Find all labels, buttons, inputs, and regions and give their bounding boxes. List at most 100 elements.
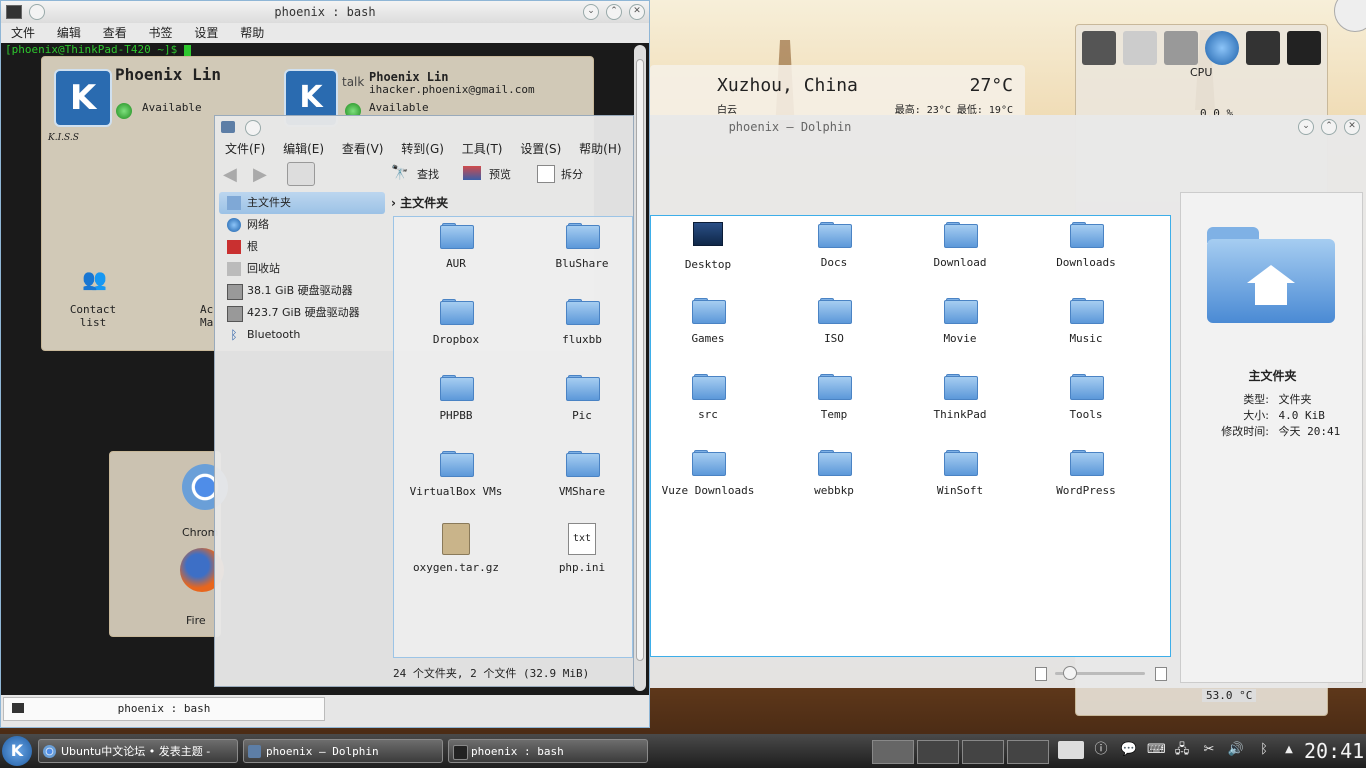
menu-view[interactable]: 查看 bbox=[103, 26, 127, 40]
folder-item[interactable]: webbkp bbox=[774, 450, 894, 497]
folder-item[interactable]: Movie bbox=[900, 298, 1020, 345]
dmenu-help[interactable]: 帮助(H) bbox=[579, 142, 621, 156]
dmenu-go[interactable]: 转到(G) bbox=[401, 142, 444, 156]
file-view[interactable]: Desktop Docs Download Downloads Games IS… bbox=[650, 215, 1171, 657]
task-dolphin[interactable]: phoenix – Dolphin bbox=[243, 739, 443, 763]
menu-file[interactable]: 文件 bbox=[11, 26, 35, 40]
dolphin-small-menu-button[interactable] bbox=[245, 120, 261, 136]
scissors-icon[interactable]: ✂ bbox=[1200, 741, 1218, 759]
folder-item[interactable]: ThinkPad bbox=[900, 374, 1020, 421]
dolphin-titlebar[interactable]: phoenix – Dolphin ⌄ ⌃ ✕ bbox=[650, 115, 1366, 139]
zoom-handle[interactable] bbox=[1063, 666, 1077, 680]
folder-item[interactable]: WordPress bbox=[1026, 450, 1146, 497]
folder-item[interactable]: Temp bbox=[774, 374, 894, 421]
terminal-monitor-icon[interactable] bbox=[1246, 31, 1280, 65]
place-home[interactable]: 主文件夹 bbox=[219, 192, 385, 214]
folder-item[interactable]: VirtualBox VMs bbox=[396, 451, 516, 498]
desktop-4[interactable] bbox=[1007, 740, 1049, 764]
folder-item[interactable]: Music bbox=[1026, 298, 1146, 345]
folder-item[interactable]: Desktop bbox=[651, 222, 768, 271]
find-button[interactable]: 查找 bbox=[417, 166, 439, 182]
close-icon[interactable]: ✕ bbox=[629, 4, 645, 20]
file-item[interactable]: oxygen.tar.gz bbox=[396, 523, 516, 574]
column-view-button[interactable] bbox=[351, 162, 377, 184]
volume-icon[interactable]: 🔊 bbox=[1227, 741, 1245, 759]
folder-item[interactable]: Tools bbox=[1026, 374, 1146, 421]
file-view-small[interactable]: AUR BluShare Dropbox fluxbb PHPBB Pic Vi… bbox=[393, 216, 633, 658]
folder-item[interactable]: Docs bbox=[774, 222, 894, 269]
place-bluetooth[interactable]: ᛒ Bluetooth bbox=[219, 324, 385, 346]
place-trash[interactable]: 回收站 bbox=[219, 258, 385, 280]
breadcrumb-home[interactable]: 主文件夹 bbox=[400, 196, 448, 210]
folder-item[interactable]: Dropbox bbox=[396, 299, 516, 346]
maximize-icon[interactable]: ⌃ bbox=[1321, 119, 1337, 135]
dolphin-small-window[interactable]: 文件(F) 编辑(E) 查看(V) 转到(G) 工具(T) 设置(S) 帮助(H… bbox=[214, 115, 634, 687]
menu-edit[interactable]: 编辑 bbox=[57, 26, 81, 40]
contact-list-icon[interactable]: 👥 bbox=[82, 267, 107, 291]
tray-expand-icon[interactable]: ▲ bbox=[1280, 741, 1298, 759]
battery-monitor-icon[interactable] bbox=[1082, 31, 1116, 65]
menu-bookmarks[interactable]: 书签 bbox=[149, 26, 173, 40]
desktop-1[interactable] bbox=[872, 740, 914, 764]
place-disk-1[interactable]: 38.1 GiB 硬盘驱动器 bbox=[219, 280, 385, 302]
folder-item[interactable]: Vuze Downloads bbox=[651, 450, 768, 497]
preview-button[interactable]: 预览 bbox=[489, 166, 511, 182]
place-root[interactable]: 根 bbox=[219, 236, 385, 258]
bluetooth-icon[interactable]: ᛒ bbox=[1255, 741, 1273, 759]
task-browser[interactable]: Ubuntu中文论坛 • 发表主题 - bbox=[38, 739, 238, 763]
minimize-icon[interactable]: ⌄ bbox=[583, 4, 599, 20]
zoom-out-icon[interactable] bbox=[1035, 667, 1047, 681]
split-icon[interactable] bbox=[537, 165, 555, 183]
split-button[interactable]: 拆分 bbox=[561, 166, 583, 182]
minimize-icon[interactable]: ⌄ bbox=[1298, 119, 1314, 135]
file-item[interactable]: txt php.ini bbox=[522, 523, 632, 574]
dmenu-view[interactable]: 查看(V) bbox=[342, 142, 384, 156]
terminal-tab[interactable]: phoenix : bash bbox=[3, 697, 325, 721]
zoom-slider[interactable] bbox=[1035, 665, 1167, 681]
folder-item[interactable]: Downloads bbox=[1026, 222, 1146, 269]
terminal-titlebar[interactable]: phoenix : bash ⌄ ⌃ ✕ bbox=[1, 1, 649, 23]
dmenu-tools[interactable]: 工具(T) bbox=[462, 142, 503, 156]
dmenu-edit[interactable]: 编辑(E) bbox=[283, 142, 324, 156]
dolphin-window[interactable]: phoenix – Dolphin ⌄ ⌃ ✕ Desktop Docs Dow… bbox=[650, 115, 1366, 688]
folder-item[interactable]: PHPBB bbox=[396, 375, 516, 422]
desktop-3[interactable] bbox=[962, 740, 1004, 764]
folder-item[interactable]: WinSoft bbox=[900, 450, 1020, 497]
cpu-monitor-icon[interactable] bbox=[1287, 31, 1321, 65]
dmenu-settings[interactable]: 设置(S) bbox=[520, 142, 561, 156]
task-terminal[interactable]: phoenix : bash bbox=[448, 739, 648, 763]
folder-item[interactable]: Games bbox=[651, 298, 768, 345]
terminal-scroll-thumb[interactable] bbox=[636, 59, 644, 661]
menu-settings[interactable]: 设置 bbox=[194, 26, 218, 40]
folder-item[interactable]: BluShare bbox=[522, 223, 632, 270]
kde-menu-icon[interactable]: K bbox=[2, 736, 32, 766]
firefox-label[interactable]: Fire bbox=[186, 614, 206, 627]
clock[interactable]: 20:41 bbox=[1304, 739, 1364, 763]
hardware-monitor-icon[interactable] bbox=[1164, 31, 1198, 65]
close-icon[interactable]: ✕ bbox=[1344, 119, 1360, 135]
network-monitor-icon[interactable] bbox=[1205, 31, 1239, 65]
terminal-content[interactable]: [phoenix@ThinkPad-T420 ~]$ bbox=[5, 43, 191, 56]
folder-item[interactable]: VMShare bbox=[522, 451, 632, 498]
place-disk-2[interactable]: 423.7 GiB 硬盘驱动器 bbox=[219, 302, 385, 324]
desktop-2[interactable] bbox=[917, 740, 959, 764]
terminal-scrollbar[interactable] bbox=[634, 45, 646, 691]
harddisk-monitor-icon[interactable] bbox=[1123, 31, 1157, 65]
folder-item[interactable]: src bbox=[651, 374, 768, 421]
preview-icon[interactable] bbox=[463, 166, 481, 180]
klipper-icon[interactable] bbox=[1058, 741, 1084, 759]
keyboard-icon[interactable]: ⌨ bbox=[1147, 741, 1166, 759]
place-network[interactable]: 网络 bbox=[219, 214, 385, 236]
info-icon[interactable]: ⓘ bbox=[1092, 741, 1110, 759]
folder-item[interactable]: Download bbox=[900, 222, 1020, 269]
contact-list-label[interactable]: Contact list bbox=[60, 303, 126, 329]
chrome-label[interactable]: Chrom bbox=[182, 526, 218, 539]
dolphin-small-titlebar[interactable] bbox=[215, 116, 633, 138]
network-icon[interactable]: 🖧 bbox=[1173, 741, 1191, 759]
folder-item[interactable]: ISO bbox=[774, 298, 894, 345]
chat-icon[interactable]: 💬 bbox=[1120, 741, 1138, 759]
folder-item[interactable]: Pic bbox=[522, 375, 632, 422]
dmenu-file[interactable]: 文件(F) bbox=[225, 142, 265, 156]
details-view-button[interactable] bbox=[319, 162, 345, 184]
maximize-icon[interactable]: ⌃ bbox=[606, 4, 622, 20]
